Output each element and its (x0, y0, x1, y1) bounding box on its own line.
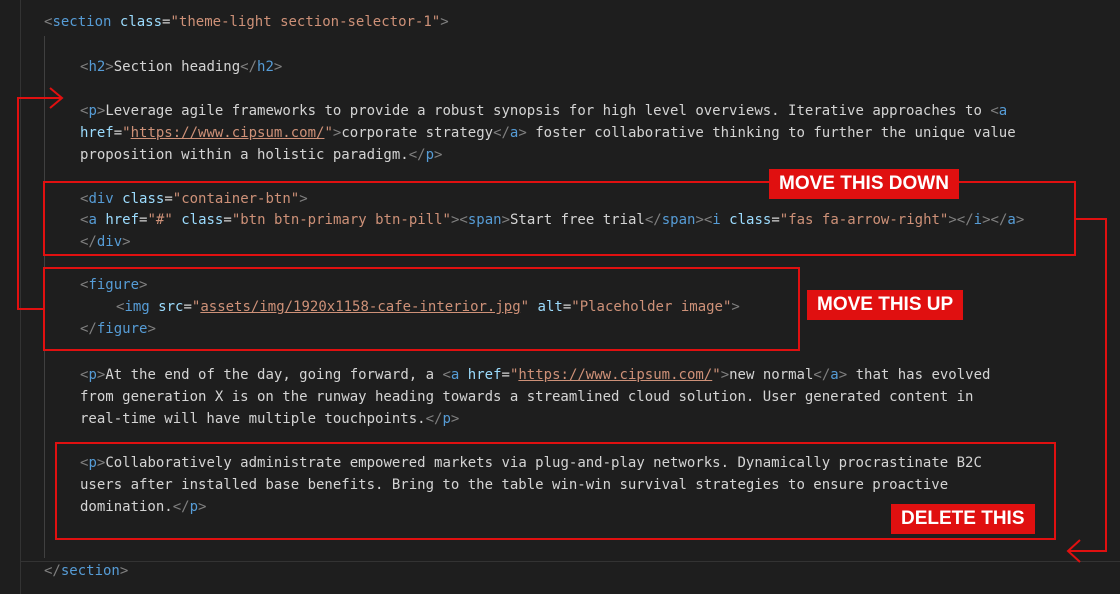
annotation-arrows (17, 87, 1107, 563)
move-up-arrow (17, 97, 62, 310)
move-down-arrow (1068, 218, 1107, 552)
